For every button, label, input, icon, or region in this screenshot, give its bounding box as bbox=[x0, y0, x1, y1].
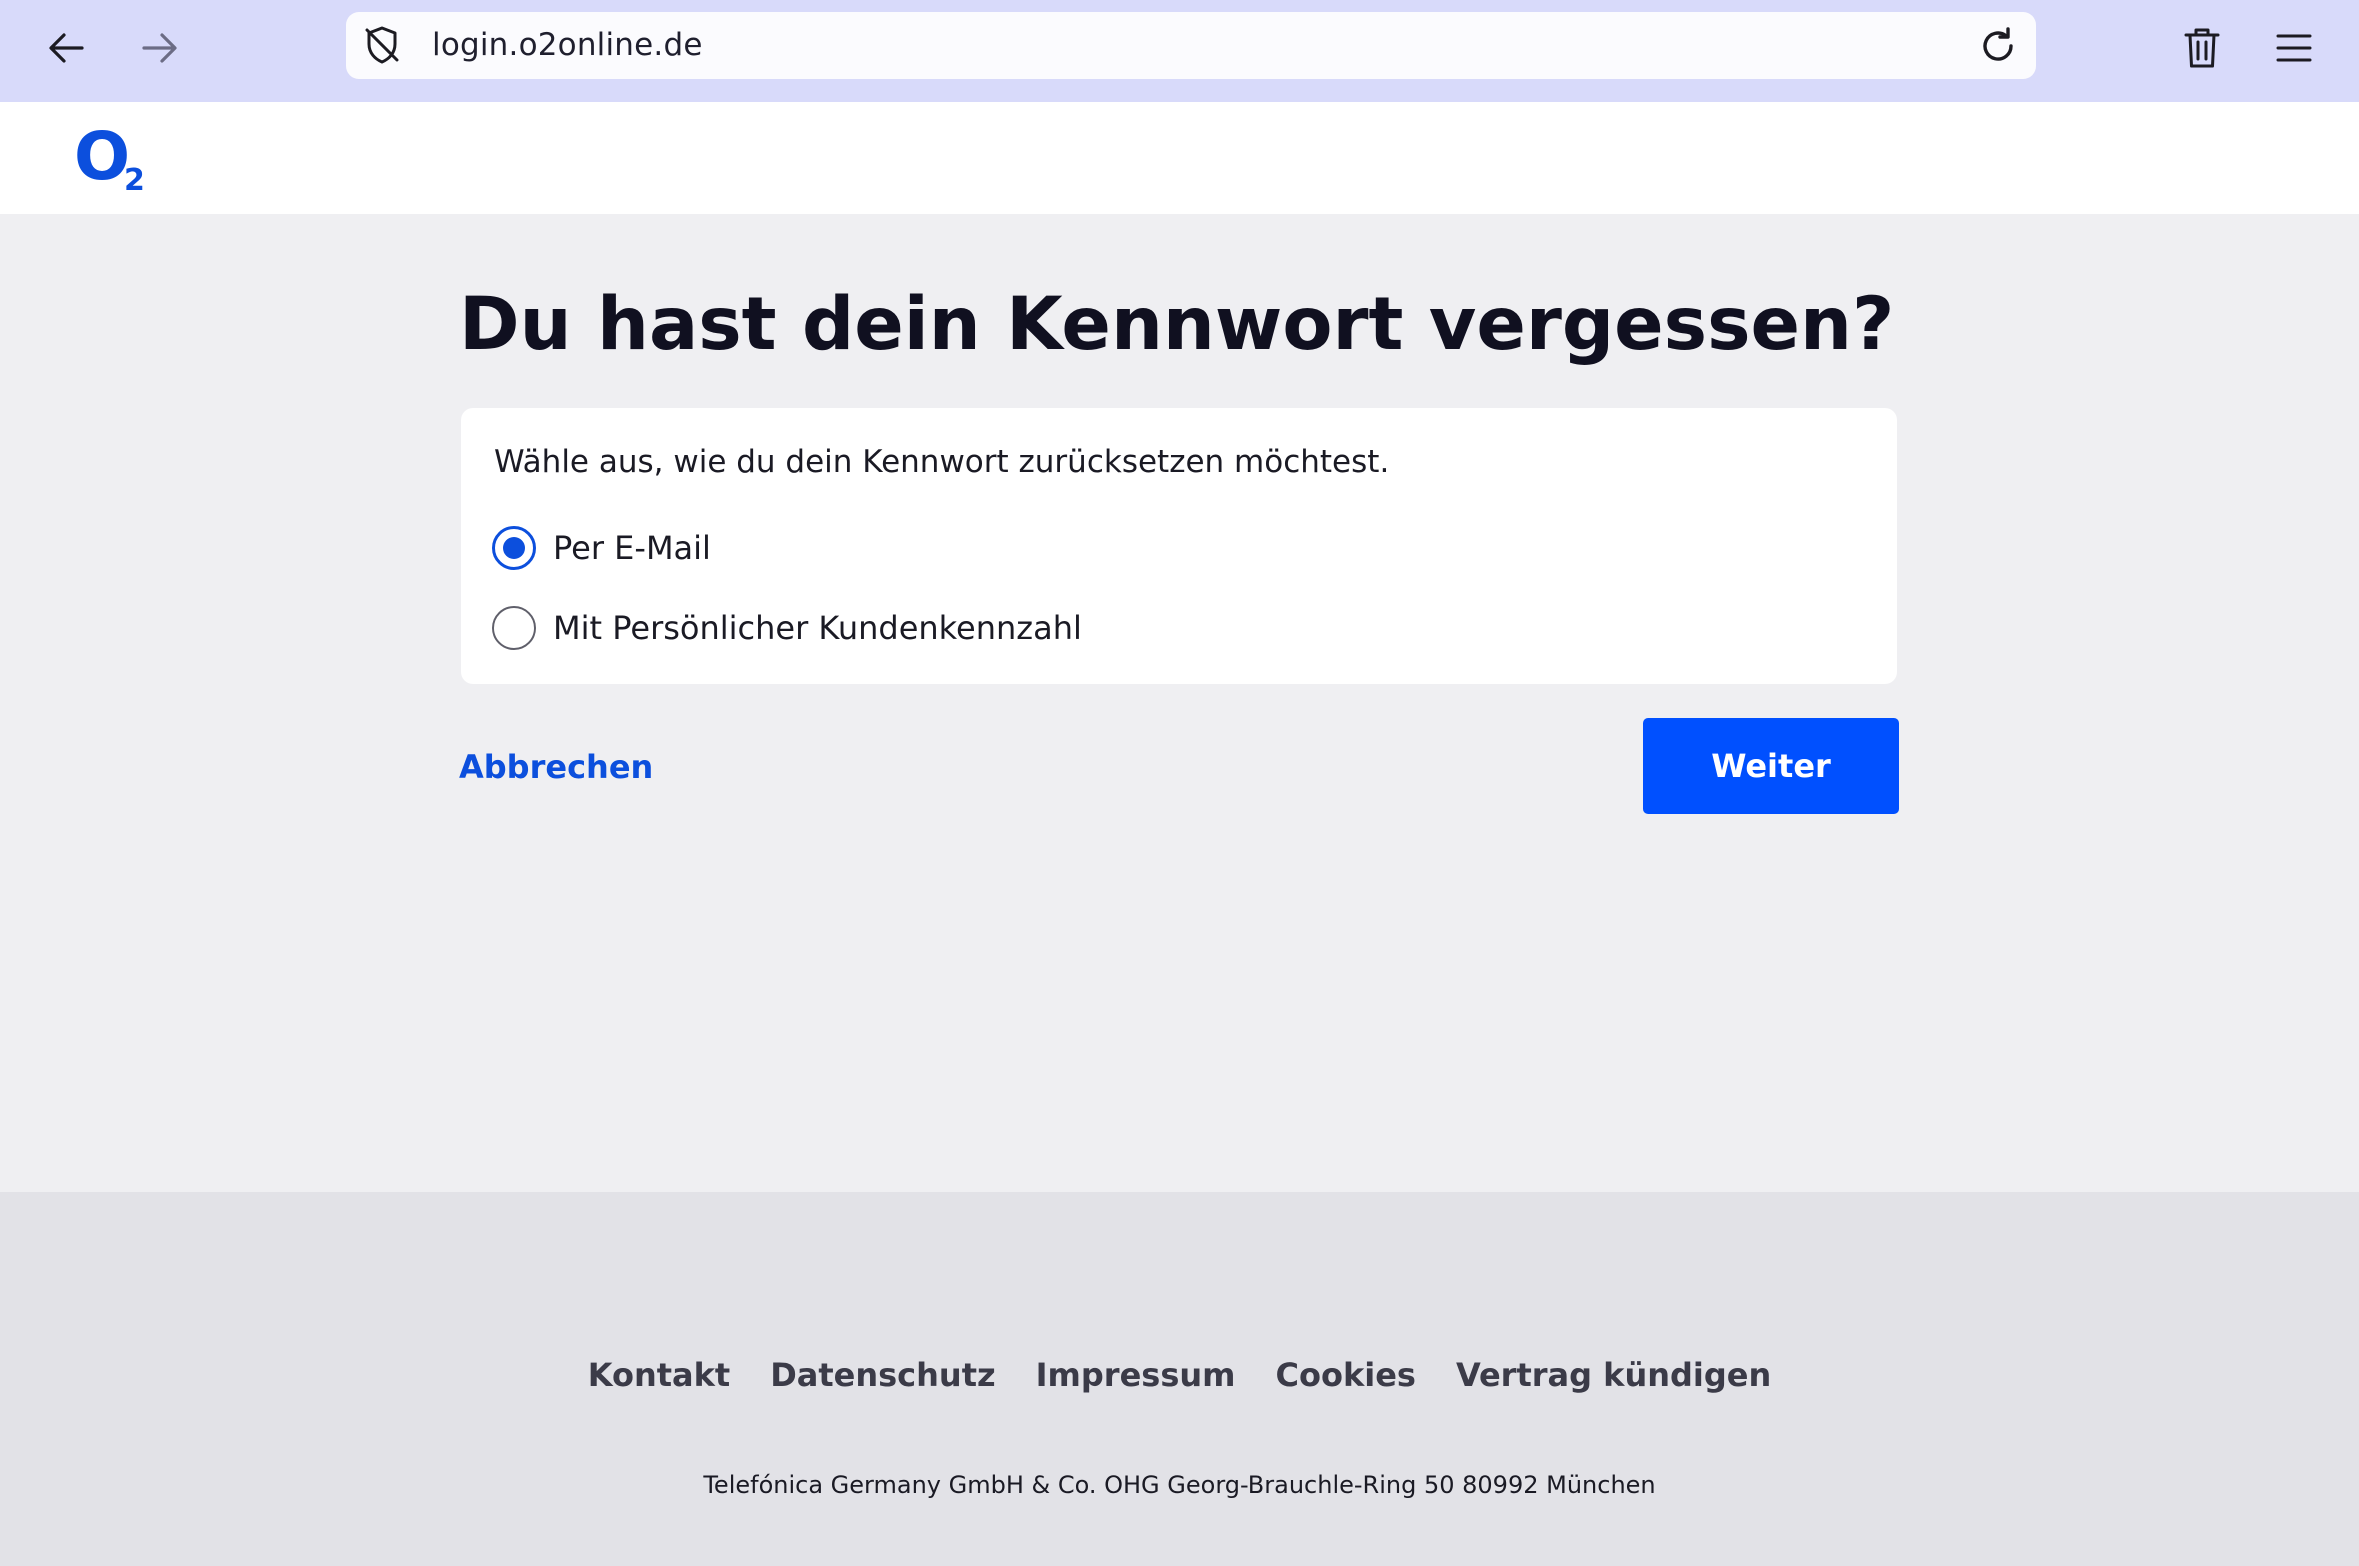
footer-link-impressum[interactable]: Impressum bbox=[1036, 1353, 1236, 1397]
company-address: Telefónica Germany GmbH & Co. OHG Georg-… bbox=[703, 1471, 1656, 1499]
tracking-shield-icon[interactable] bbox=[362, 25, 402, 65]
back-button[interactable] bbox=[38, 20, 94, 76]
radio-customer-pin[interactable] bbox=[492, 606, 536, 650]
reload-icon bbox=[1983, 27, 2013, 61]
option-customer-pin-label[interactable]: Mit Persönlicher Kundenkennzahl bbox=[553, 606, 1082, 650]
forward-arrow-icon bbox=[142, 33, 177, 63]
site-header: O 2 bbox=[0, 102, 2359, 214]
option-customer-pin[interactable]: Mit Persönlicher Kundenkennzahl bbox=[492, 603, 1082, 653]
logo-subscript: 2 bbox=[124, 163, 145, 198]
footer-link-vertrag-kuendigen[interactable]: Vertrag kündigen bbox=[1456, 1353, 1771, 1397]
address-bar[interactable]: login.o2online.de bbox=[346, 12, 2036, 79]
instruction-text: Wähle aus, wie du dein Kennwort zurückse… bbox=[494, 444, 1390, 480]
hamburger-menu-icon bbox=[2276, 34, 2312, 62]
browser-menu-button[interactable] bbox=[2266, 20, 2322, 76]
cancel-link[interactable]: Abbrechen bbox=[459, 745, 653, 789]
o2-logo[interactable]: O 2 bbox=[74, 124, 154, 198]
option-email[interactable]: Per E-Mail bbox=[492, 523, 711, 573]
forward-button[interactable] bbox=[132, 20, 188, 76]
reload-button[interactable] bbox=[1974, 22, 2022, 70]
logo-letter: O bbox=[74, 118, 131, 195]
reset-method-card: Wähle aus, wie du dein Kennwort zurückse… bbox=[461, 408, 1897, 684]
footer-link-datenschutz[interactable]: Datenschutz bbox=[770, 1353, 995, 1397]
trash-icon bbox=[2184, 28, 2220, 68]
option-email-label[interactable]: Per E-Mail bbox=[553, 526, 711, 570]
browser-toolbar: login.o2online.de bbox=[0, 0, 2359, 102]
back-arrow-icon bbox=[49, 33, 84, 63]
url-text[interactable]: login.o2online.de bbox=[432, 12, 703, 79]
delete-data-button[interactable] bbox=[2174, 20, 2230, 76]
footer-nav: Kontakt Datenschutz Impressum Cookies Ve… bbox=[0, 1353, 2359, 1397]
footer-link-kontakt[interactable]: Kontakt bbox=[588, 1353, 730, 1397]
radio-email[interactable] bbox=[492, 526, 536, 570]
footer: Kontakt Datenschutz Impressum Cookies Ve… bbox=[0, 1192, 2359, 1566]
next-button[interactable]: Weiter bbox=[1643, 718, 1899, 814]
footer-link-cookies[interactable]: Cookies bbox=[1275, 1353, 1415, 1397]
page-title: Du hast dein Kennwort vergessen? bbox=[459, 282, 1895, 367]
